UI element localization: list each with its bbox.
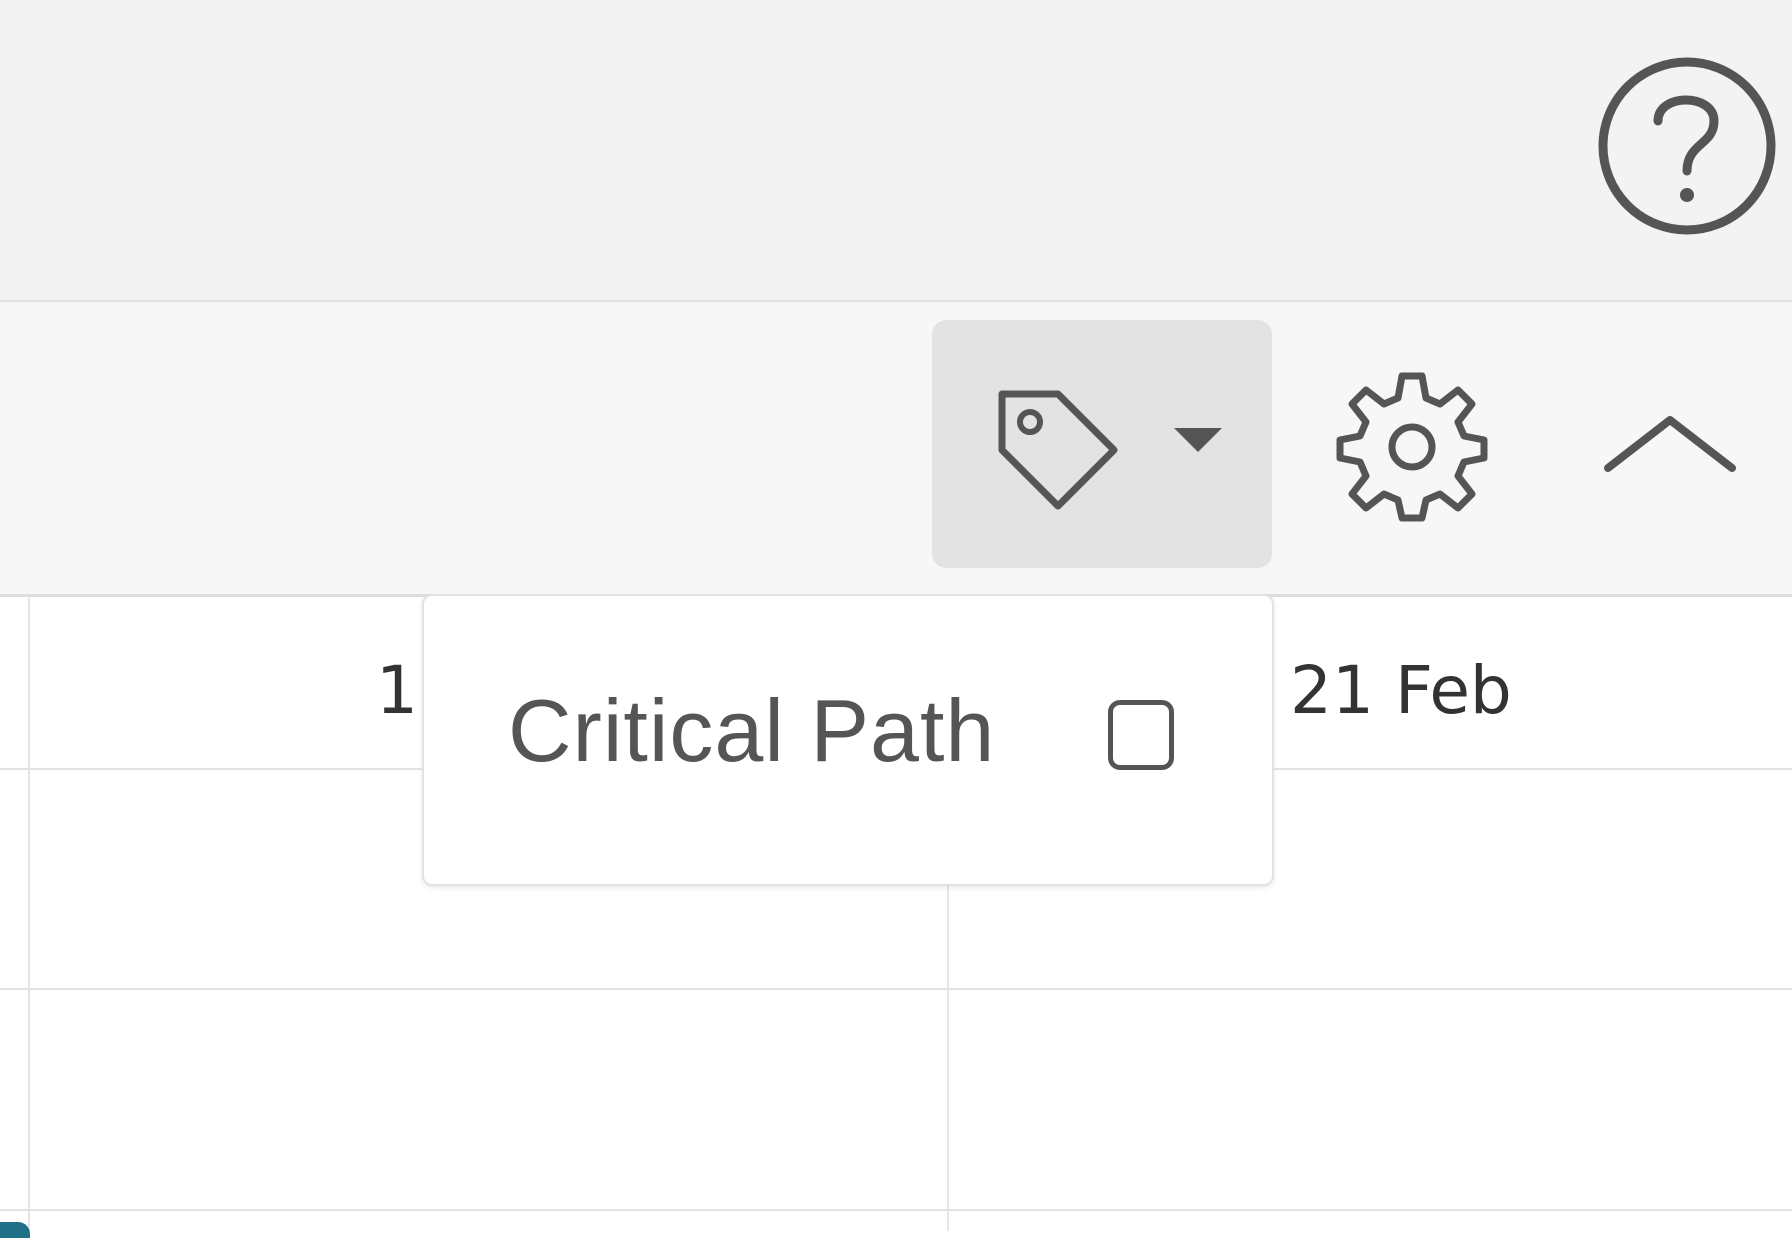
settings-button[interactable] (1334, 368, 1490, 524)
critical-path-option[interactable]: Critical Path (424, 664, 1272, 804)
timeline-date-label: 21 Feb (1290, 652, 1512, 729)
top-bar (0, 0, 1792, 302)
tag-icon (998, 390, 1118, 510)
grid-line (0, 1209, 1792, 1211)
critical-path-label: Critical Path (508, 681, 996, 780)
critical-path-checkbox[interactable] (1108, 700, 1174, 770)
help-circle-icon (1598, 57, 1776, 235)
grid-line (0, 988, 1792, 990)
tag-filter-button[interactable] (932, 320, 1272, 568)
task-bar[interactable] (0, 1222, 30, 1238)
tag-filter-dropdown: Critical Path (422, 594, 1274, 886)
collapse-button[interactable] (1600, 400, 1740, 490)
help-button[interactable] (1596, 55, 1778, 237)
timeline-date-label: 1 (376, 652, 418, 729)
gantt-toolbar (0, 302, 1792, 597)
grid-line (28, 597, 30, 1231)
chevron-up-icon (1604, 416, 1736, 472)
gear-icon (1336, 372, 1488, 522)
caret-down-icon (1174, 428, 1222, 452)
